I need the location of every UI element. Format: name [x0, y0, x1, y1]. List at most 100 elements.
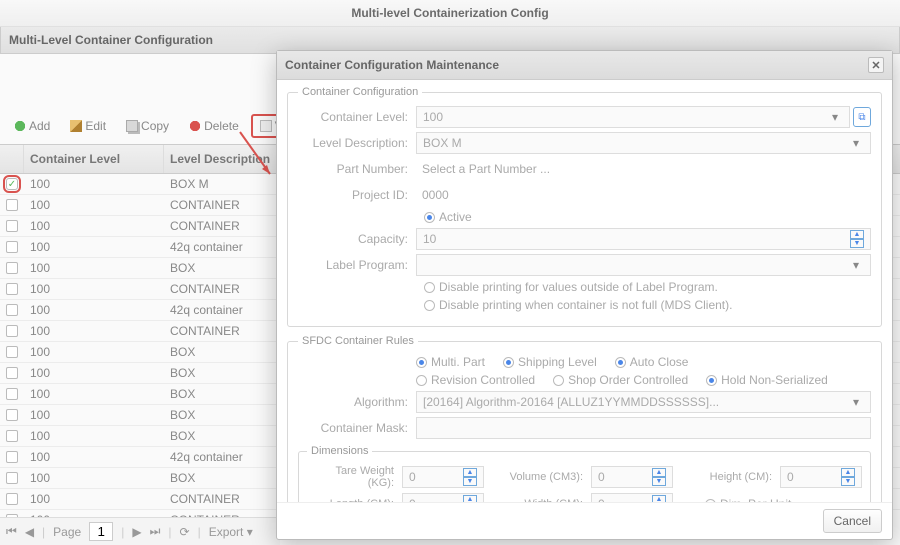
- view-icon: [260, 120, 272, 132]
- dialog-title: Container Configuration Maintenance: [285, 58, 499, 72]
- page-label: Page: [53, 525, 81, 539]
- label-algorithm: Algorithm:: [298, 395, 416, 409]
- cell-level: 100: [24, 490, 164, 508]
- row-checkbox[interactable]: [6, 220, 18, 232]
- row-checkbox[interactable]: [6, 262, 18, 274]
- container-level-aux-button[interactable]: ⧉: [853, 107, 871, 127]
- label-program-combo[interactable]: ▾: [416, 254, 871, 276]
- pager: ⏮ ◀ | Page | ▶ ⏭ | ⟳ | Export ▾: [0, 517, 280, 545]
- row-checkbox[interactable]: [6, 241, 18, 253]
- label-label-program: Label Program:: [298, 258, 416, 272]
- delete-button[interactable]: Delete: [181, 115, 247, 137]
- chevron-down-icon: ▾: [848, 135, 864, 151]
- tare-spinner[interactable]: 0▲▼: [402, 466, 484, 488]
- row-checkbox[interactable]: [6, 199, 18, 211]
- project-id-field[interactable]: 0000: [416, 184, 871, 206]
- row-checkbox[interactable]: [6, 472, 18, 484]
- label-height: Height (CM):: [685, 471, 780, 483]
- section-sfdc-rules: SFDC Container Rules Multi. Part Shippin…: [287, 335, 882, 502]
- cell-level: 100: [24, 196, 164, 214]
- label-volume: Volume (CM3):: [496, 471, 591, 483]
- dialog: Container Configuration Maintenance ✕ Co…: [276, 50, 893, 540]
- plus-icon: [14, 120, 26, 132]
- section-dimensions: Dimensions Tare Weight (KG):0▲▼ Volume (…: [298, 445, 871, 502]
- cell-level: 100: [24, 364, 164, 382]
- option-disable-notfull[interactable]: Disable printing when container is not f…: [424, 298, 732, 312]
- row-checkbox[interactable]: [6, 304, 18, 316]
- level-desc-combo[interactable]: BOX M▾: [416, 132, 871, 154]
- cell-level: 100: [24, 448, 164, 466]
- label-level-desc: Level Description:: [298, 136, 416, 150]
- option-multi-part[interactable]: Multi. Part: [416, 355, 485, 369]
- option-revision-controlled[interactable]: Revision Controlled: [416, 373, 535, 387]
- delete-icon: [189, 120, 201, 132]
- cell-level: 100: [24, 427, 164, 445]
- pager-first-icon[interactable]: ⏮: [6, 524, 17, 539]
- close-icon[interactable]: ✕: [868, 57, 884, 73]
- row-checkbox[interactable]: [6, 325, 18, 337]
- row-checkbox[interactable]: [6, 451, 18, 463]
- row-checkbox[interactable]: [6, 178, 18, 190]
- pager-last-icon[interactable]: ⏭: [150, 524, 161, 539]
- cancel-button[interactable]: Cancel: [823, 509, 882, 533]
- length-spinner[interactable]: 0▲▼: [402, 493, 484, 502]
- part-number-field[interactable]: Select a Part Number ...: [416, 158, 871, 180]
- label-container-level: Container Level:: [298, 110, 416, 124]
- volume-spinner[interactable]: 0▲▼: [591, 466, 673, 488]
- row-checkbox[interactable]: [6, 388, 18, 400]
- pager-next-icon[interactable]: ▶: [132, 525, 141, 539]
- page-input[interactable]: [89, 522, 113, 541]
- label-container-mask: Container Mask:: [298, 421, 416, 435]
- export-button[interactable]: Export ▾: [209, 525, 253, 539]
- section-container-config: Container Configuration Container Level:…: [287, 86, 882, 327]
- legend-rules: SFDC Container Rules: [298, 335, 418, 347]
- cell-level: 100: [24, 343, 164, 361]
- cell-level: 100: [24, 322, 164, 340]
- row-checkbox[interactable]: [6, 367, 18, 379]
- copy-icon: [126, 120, 138, 132]
- option-auto-close[interactable]: Auto Close: [615, 355, 689, 369]
- label-tare: Tare Weight (KG):: [307, 465, 402, 489]
- cell-level: 100: [24, 259, 164, 277]
- label-capacity: Capacity:: [298, 232, 416, 246]
- row-checkbox[interactable]: [6, 346, 18, 358]
- label-project-id: Project ID:: [298, 188, 416, 202]
- legend-dims: Dimensions: [307, 445, 372, 457]
- algorithm-combo[interactable]: [20164] Algorithm-20164 [ALLUZ1YYMMDDSSS…: [416, 391, 871, 413]
- pencil-icon: [70, 120, 82, 132]
- row-checkbox[interactable]: [6, 409, 18, 421]
- option-disable-outside[interactable]: Disable printing for values outside of L…: [424, 280, 718, 294]
- row-checkbox[interactable]: [6, 493, 18, 505]
- cell-level: 100: [24, 406, 164, 424]
- option-hold-non-serialized[interactable]: Hold Non-Serialized: [706, 373, 828, 387]
- cell-level: 100: [24, 469, 164, 487]
- cell-level: 100: [24, 217, 164, 235]
- dialog-header: Container Configuration Maintenance ✕: [277, 51, 892, 80]
- add-button[interactable]: Add: [6, 115, 58, 137]
- copy-button[interactable]: Copy: [118, 115, 177, 137]
- option-shop-order-controlled[interactable]: Shop Order Controlled: [553, 373, 688, 387]
- container-mask-input[interactable]: [416, 417, 871, 439]
- cell-level: 100: [24, 385, 164, 403]
- cell-level: 100: [24, 280, 164, 298]
- chevron-down-icon: ▾: [848, 257, 864, 273]
- option-shipping-level[interactable]: Shipping Level: [503, 355, 597, 369]
- cell-level: 100: [24, 238, 164, 256]
- app-title: Multi-level Containerization Config: [0, 0, 900, 27]
- container-level-combo[interactable]: 100▾: [416, 106, 850, 128]
- chevron-down-icon: ▾: [848, 394, 864, 410]
- active-checkbox[interactable]: Active: [424, 210, 472, 224]
- legend-config: Container Configuration: [298, 86, 422, 98]
- row-checkbox[interactable]: [6, 430, 18, 442]
- label-part-number: Part Number:: [298, 162, 416, 176]
- pager-refresh-icon[interactable]: ⟳: [180, 525, 190, 539]
- capacity-spinner[interactable]: 10▲▼: [416, 228, 871, 250]
- cell-level: 100: [24, 175, 164, 193]
- height-spinner[interactable]: 0▲▼: [780, 466, 862, 488]
- row-checkbox[interactable]: [6, 283, 18, 295]
- chevron-down-icon: ▾: [827, 109, 843, 125]
- col-container-level[interactable]: Container Level: [24, 145, 164, 173]
- pager-prev-icon[interactable]: ◀: [25, 525, 34, 539]
- edit-button[interactable]: Edit: [62, 115, 114, 137]
- width-spinner[interactable]: 0▲▼: [591, 493, 673, 502]
